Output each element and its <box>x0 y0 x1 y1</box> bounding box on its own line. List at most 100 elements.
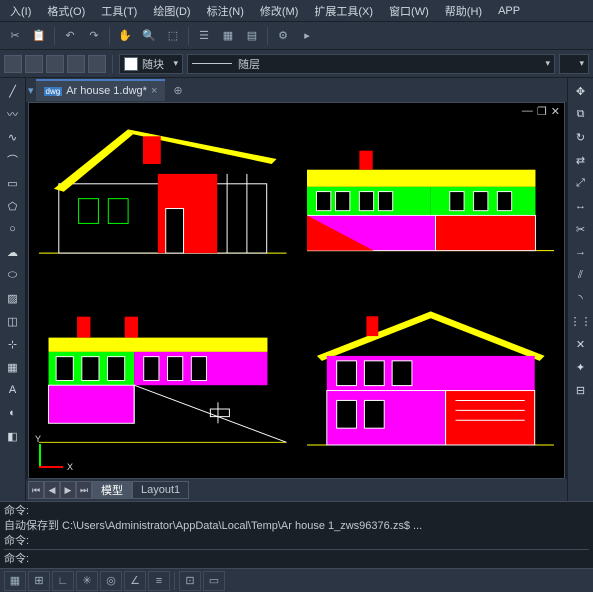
properties-button[interactable]: ☰ <box>193 25 215 47</box>
snap-toggle[interactable]: ▦ <box>4 571 26 591</box>
offset-tool-icon[interactable]: ⫽ <box>570 264 592 286</box>
arc-tool-icon[interactable]: ⌒ <box>2 149 24 171</box>
otrack-toggle[interactable]: ∠ <box>124 571 146 591</box>
rotate-tool-icon[interactable]: ↻ <box>570 126 592 148</box>
stretch-tool-icon[interactable]: ↔ <box>570 195 592 217</box>
swatch-button[interactable] <box>25 55 43 73</box>
trim-tool-icon[interactable]: ✂ <box>570 218 592 240</box>
erase-tool-icon[interactable]: ✕ <box>570 333 592 355</box>
tab-dropdown-icon[interactable]: ▾ <box>28 84 34 97</box>
table-tool-icon[interactable]: ▦ <box>2 356 24 378</box>
spline-tool-icon[interactable]: ∿ <box>2 126 24 148</box>
toolbar-separator <box>54 27 55 45</box>
model-tab[interactable]: 模型 <box>92 481 132 499</box>
command-history-line: 自动保存到 C:\Users\Administrator\AppData\Loc… <box>4 519 589 534</box>
dwg-icon: dwg <box>44 87 63 96</box>
text-tool-icon[interactable]: A <box>2 379 24 401</box>
model-toggle[interactable]: ▭ <box>203 571 225 591</box>
menu-window[interactable]: 窗口(W) <box>381 3 437 19</box>
ellipse-tool-icon[interactable]: ⬭ <box>2 264 24 286</box>
ortho-toggle[interactable]: ∟ <box>52 571 74 591</box>
swatch-button[interactable] <box>46 55 64 73</box>
block-tool-icon[interactable]: ◫ <box>2 310 24 332</box>
elevation-view-3 <box>39 295 287 456</box>
more-button[interactable]: ▸ <box>296 25 318 47</box>
settings-button[interactable]: ⚙ <box>272 25 294 47</box>
extend-tool-icon[interactable]: → <box>570 241 592 263</box>
tab-next-button[interactable]: ▶ <box>60 481 76 499</box>
dyn-toggle[interactable]: ⊡ <box>179 571 201 591</box>
close-icon[interactable]: ✕ <box>551 105 560 118</box>
cloud-tool-icon[interactable]: ☁ <box>2 241 24 263</box>
layers-button[interactable]: ▤ <box>241 25 263 47</box>
document-area: ▾ dwg Ar house 1.dwg* × ⊕ — ❐ ✕ <box>26 78 567 501</box>
status-separator <box>174 572 175 590</box>
tab-prev-button[interactable]: ◀ <box>44 481 60 499</box>
draw-toolbar: ╱ 〰 ∿ ⌒ ▭ ⬠ ○ ☁ ⬭ ▨ ◫ ⊹ ▦ A ◐ ◧ <box>0 78 26 501</box>
zoom-window-button[interactable]: ⬚ <box>162 25 184 47</box>
cut-button[interactable]: ✂ <box>4 25 26 47</box>
polar-toggle[interactable]: ✳ <box>76 571 98 591</box>
move-tool-icon[interactable]: ✥ <box>570 80 592 102</box>
swatch-button[interactable] <box>4 55 22 73</box>
osnap-toggle[interactable]: ◎ <box>100 571 122 591</box>
polyline-tool-icon[interactable]: 〰 <box>2 103 24 125</box>
point-tool-icon[interactable]: ⊹ <box>2 333 24 355</box>
file-tab-label: Ar house 1.dwg* <box>66 85 147 97</box>
zoom-button[interactable]: 🔍 <box>138 25 160 47</box>
menu-draw[interactable]: 绘图(D) <box>145 3 198 19</box>
undo-button[interactable]: ↶ <box>59 25 81 47</box>
fillet-tool-icon[interactable]: ◝ <box>570 287 592 309</box>
menu-modify[interactable]: 修改(M) <box>252 3 307 19</box>
color-dropdown[interactable]: 随块 <box>119 54 183 74</box>
hatch-tool-icon[interactable]: ▨ <box>2 287 24 309</box>
lineweight-dropdown[interactable] <box>559 54 589 74</box>
command-input[interactable] <box>29 552 589 564</box>
file-tab[interactable]: dwg Ar house 1.dwg* × <box>36 79 166 101</box>
file-tab-row: ▾ dwg Ar house 1.dwg* × ⊕ <box>26 78 567 102</box>
menu-format[interactable]: 格式(O) <box>39 3 93 19</box>
menu-dimension[interactable]: 标注(N) <box>199 3 252 19</box>
status-bar: ▦ ⊞ ∟ ✳ ◎ ∠ ≡ ⊡ ▭ <box>0 568 593 592</box>
swatch-button[interactable] <box>67 55 85 73</box>
wipeout-tool-icon[interactable]: ◧ <box>2 425 24 447</box>
linetype-dropdown[interactable]: 随层 <box>187 54 555 74</box>
new-tab-button[interactable]: ⊕ <box>167 84 188 97</box>
menu-app[interactable]: APP <box>490 5 528 17</box>
restore-icon[interactable]: ❐ <box>537 105 547 118</box>
drawing-canvas-frame: — ❐ ✕ <box>28 102 565 479</box>
tab-last-button[interactable]: ⏭ <box>76 481 92 499</box>
minimize-icon[interactable]: — <box>522 105 533 118</box>
lineweight-toggle[interactable]: ≡ <box>148 571 170 591</box>
close-tab-icon[interactable]: × <box>151 85 157 97</box>
mirror-tool-icon[interactable]: ⇄ <box>570 149 592 171</box>
grid-toggle[interactable]: ⊞ <box>28 571 50 591</box>
explode-tool-icon[interactable]: ✦ <box>570 356 592 378</box>
rectangle-tool-icon[interactable]: ▭ <box>2 172 24 194</box>
array-tool-icon[interactable]: ⋮⋮ <box>570 310 592 332</box>
pan-button[interactable]: ✋ <box>114 25 136 47</box>
toolbar-separator <box>188 27 189 45</box>
menu-insert[interactable]: 入(I) <box>2 3 39 19</box>
drawing-canvas[interactable] <box>29 103 564 478</box>
elevation-view-4 <box>307 295 555 456</box>
menu-tools[interactable]: 工具(T) <box>93 3 145 19</box>
break-tool-icon[interactable]: ⊟ <box>570 379 592 401</box>
swatch-button[interactable] <box>88 55 106 73</box>
menu-ext[interactable]: 扩展工具(X) <box>306 3 381 19</box>
copy-tool-icon[interactable]: ⧉ <box>570 103 592 125</box>
tab-first-button[interactable]: ⏮ <box>28 481 44 499</box>
redo-button[interactable]: ↷ <box>83 25 105 47</box>
scale-tool-icon[interactable]: ⤢ <box>570 172 592 194</box>
ucs-icon: Y X <box>35 436 71 472</box>
paste-button[interactable]: 📋 <box>28 25 50 47</box>
line-tool-icon[interactable]: ╱ <box>2 80 24 102</box>
polygon-tool-icon[interactable]: ⬠ <box>2 195 24 217</box>
region-tool-icon[interactable]: ◐ <box>2 402 24 424</box>
layout-tab[interactable]: Layout1 <box>132 481 189 499</box>
command-history-line: 命令: <box>4 534 589 549</box>
menu-help[interactable]: 帮助(H) <box>437 3 490 19</box>
grid-button[interactable]: ▦ <box>217 25 239 47</box>
main-area: ╱ 〰 ∿ ⌒ ▭ ⬠ ○ ☁ ⬭ ▨ ◫ ⊹ ▦ A ◐ ◧ ▾ dwg Ar… <box>0 78 593 501</box>
circle-tool-icon[interactable]: ○ <box>2 218 24 240</box>
